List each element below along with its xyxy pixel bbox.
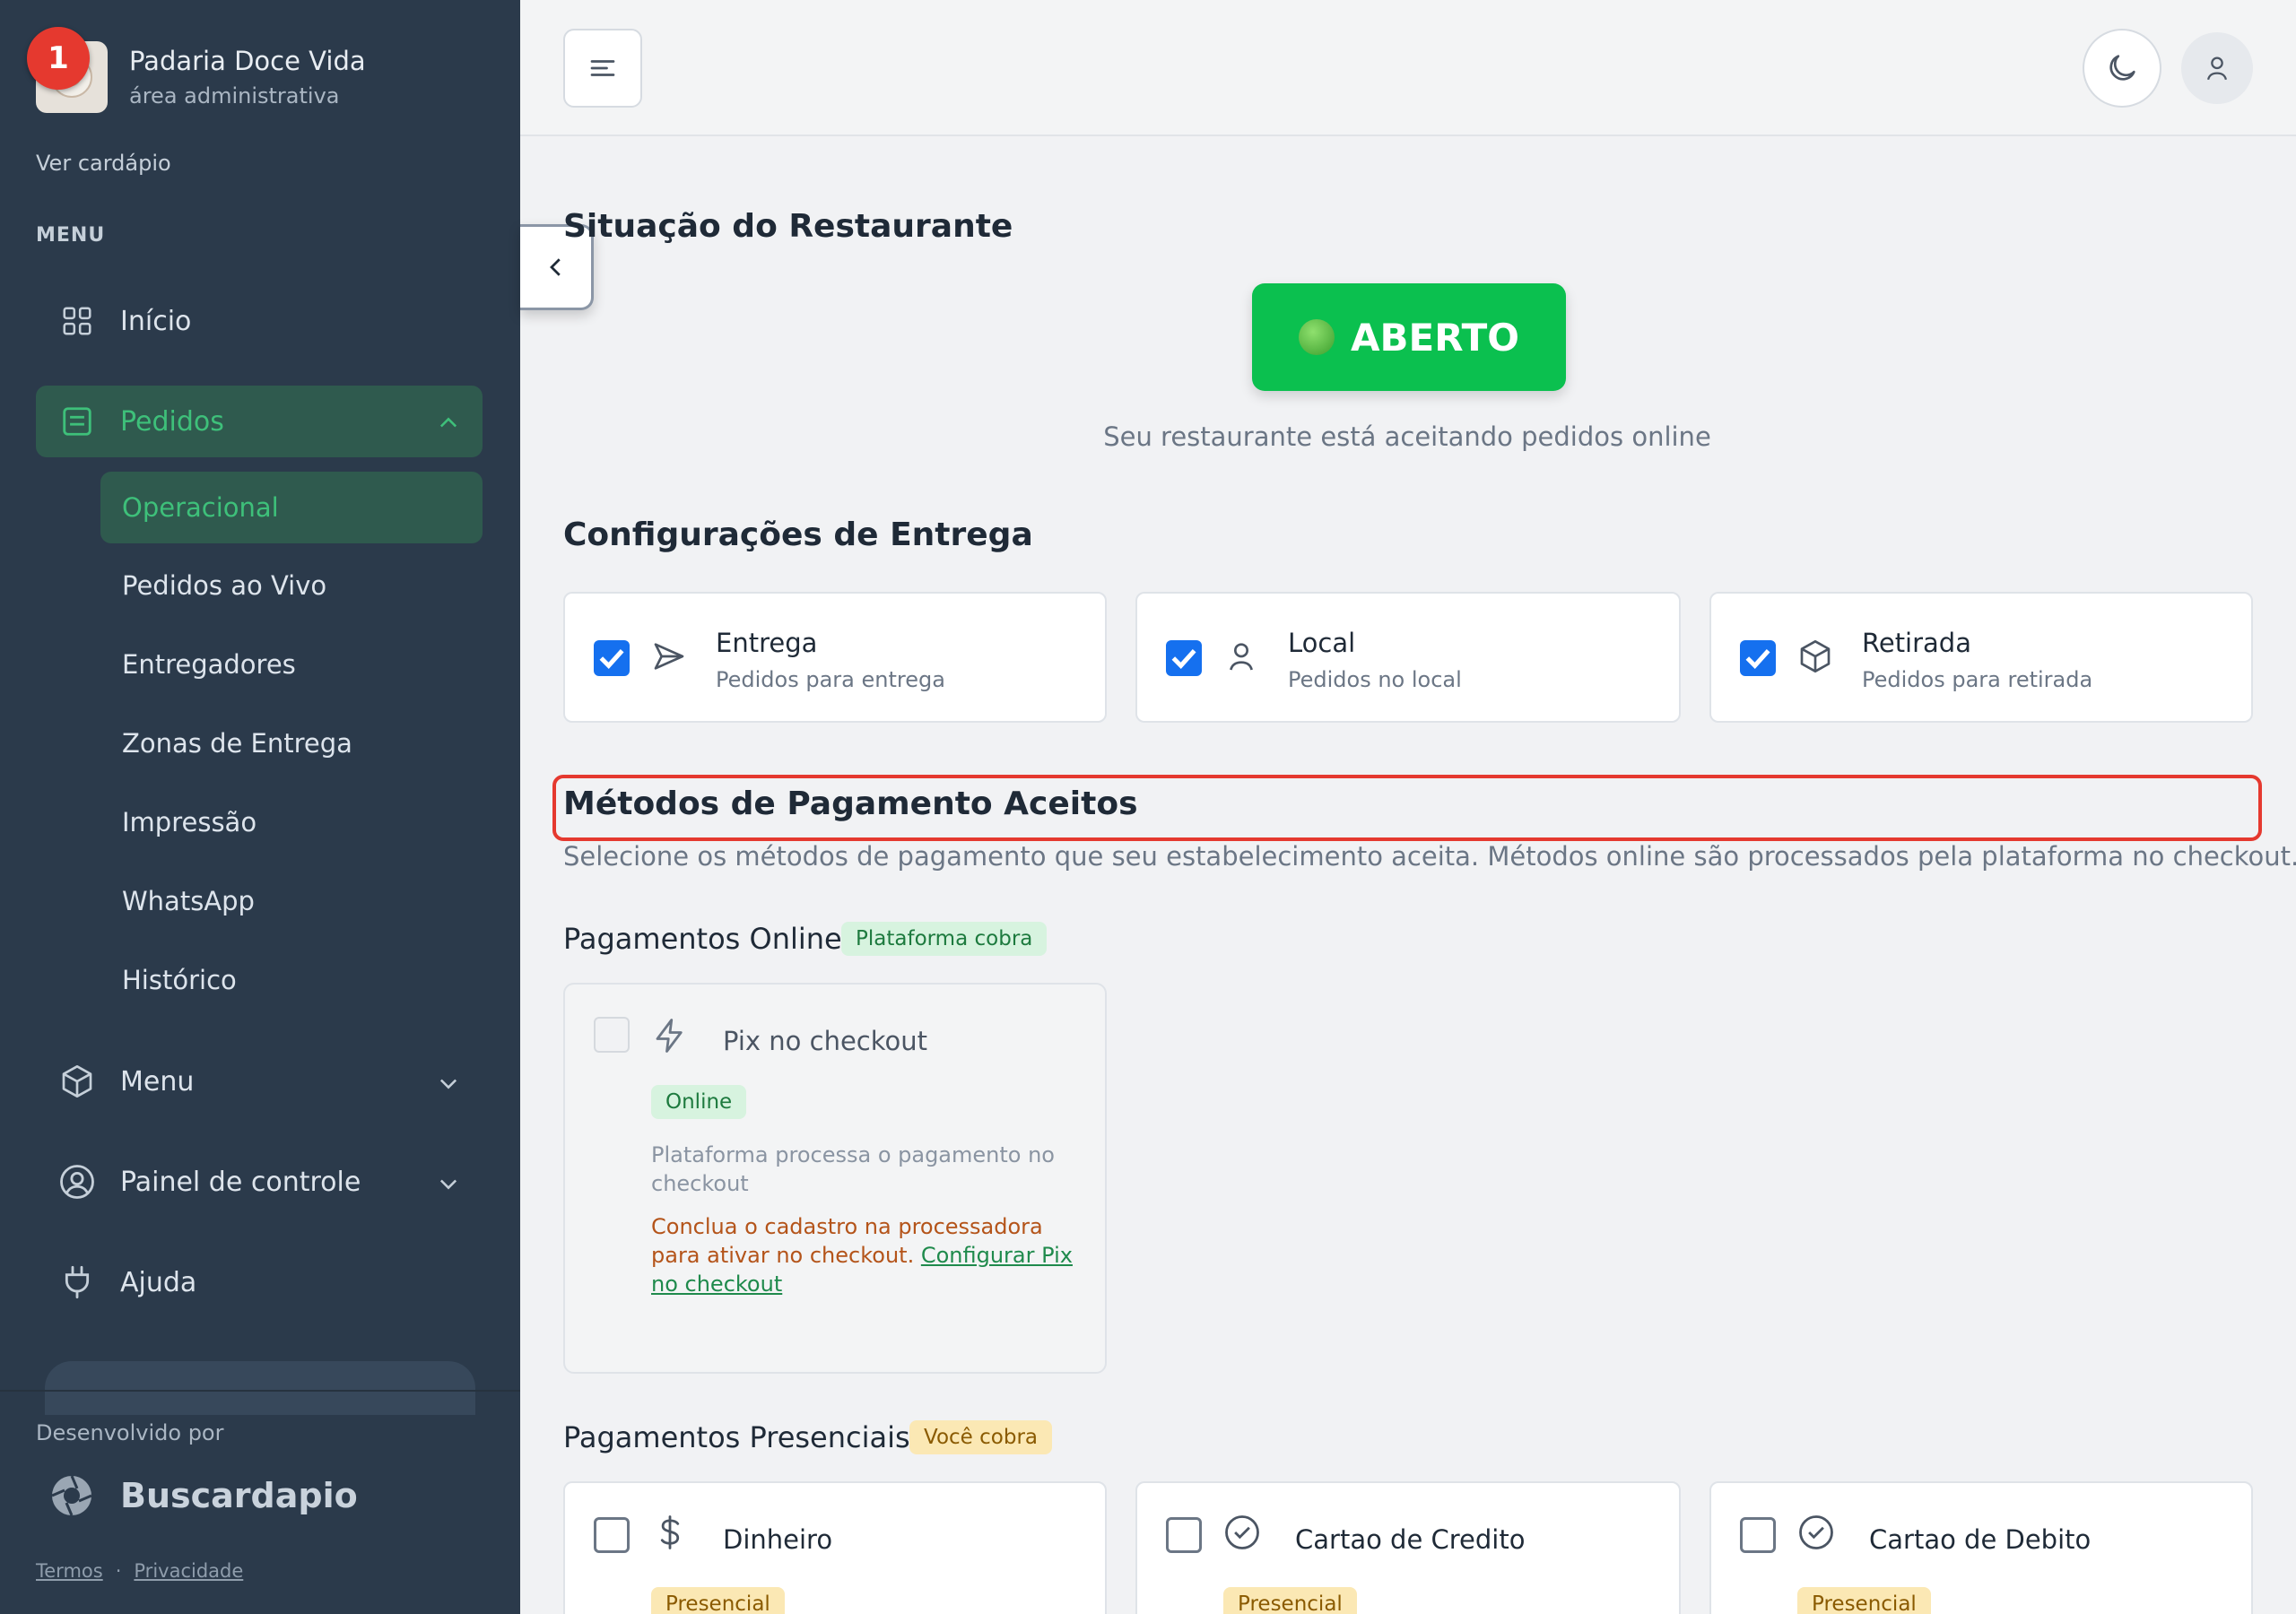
delivery-option-entrega[interactable]: Entrega Pedidos para entrega	[563, 592, 1107, 723]
payment-option-title: Cartao de Credito	[1295, 1524, 1526, 1555]
dinheiro-checkbox[interactable]	[594, 1517, 630, 1553]
sidebar-item-label: Início	[120, 305, 192, 337]
pix-title: Pix no checkout	[723, 1026, 927, 1056]
pix-warning: Conclua o cadastro na processadora para …	[651, 1212, 1082, 1298]
subitem-zonas-de-entrega[interactable]: Zonas de Entrega	[122, 725, 352, 761]
presencial-option-badge: Presencial	[1223, 1587, 1357, 1614]
local-checkbox[interactable]	[1166, 640, 1202, 676]
delivery-option-subtitle: Pedidos para retirada	[1862, 667, 2093, 692]
hamburger-icon	[590, 60, 615, 76]
entrega-checkbox[interactable]	[594, 640, 630, 676]
payment-option-title: Dinheiro	[723, 1524, 833, 1555]
subitem-historico[interactable]: Histórico	[122, 962, 237, 998]
brand-subtitle: área administrativa	[129, 83, 340, 108]
sidebar-item-label: Menu	[120, 1065, 195, 1098]
status-section-title: Situação do Restaurante	[563, 208, 1013, 245]
sidebar-item-label: Ajuda	[120, 1266, 197, 1298]
delivery-option-title: Entrega	[716, 628, 818, 658]
aperture-icon	[51, 1475, 92, 1516]
check-circle-icon	[1223, 1514, 1261, 1551]
debito-checkbox[interactable]	[1740, 1517, 1776, 1553]
green-circle-icon	[1298, 319, 1335, 355]
sidebar-item-label: Pedidos	[120, 405, 224, 438]
user-icon	[1223, 638, 1259, 674]
package-icon	[1797, 638, 1833, 674]
buscardapio-logo[interactable]: Buscardapio	[50, 1474, 358, 1517]
sidebar-item-ajuda[interactable]: Ajuda	[36, 1246, 483, 1318]
topbar	[520, 0, 2296, 136]
menu-toggle-button[interactable]	[563, 29, 642, 108]
menu-heading: MENU	[36, 224, 106, 247]
delivery-section-title: Configurações de Entrega	[563, 516, 1033, 553]
payment-description: Selecione os métodos de pagamento que se…	[563, 841, 2296, 872]
chevron-down-icon	[436, 1071, 461, 1096]
sidebar-item-pedidos[interactable]: Pedidos	[36, 386, 483, 457]
subitem-impressao[interactable]: Impressão	[122, 804, 257, 840]
sidebar-item-painel[interactable]: Painel de controle	[36, 1146, 483, 1218]
chevron-up-icon	[436, 411, 461, 436]
developed-by-label: Desenvolvido por	[36, 1420, 224, 1445]
plug-icon	[57, 1263, 97, 1302]
online-payments-title: Pagamentos Online	[563, 922, 842, 956]
terms-link[interactable]: Termos	[36, 1560, 103, 1582]
check-circle-icon	[1797, 1514, 1835, 1551]
pix-description: Plataforma processa o pagamento no check…	[651, 1142, 1055, 1196]
subitem-whatsapp[interactable]: WhatsApp	[122, 883, 255, 919]
grid-icon	[57, 301, 97, 341]
lightning-icon	[651, 1017, 689, 1054]
payment-option-cartao-credito[interactable]: Cartao de Credito Presencial	[1135, 1481, 1681, 1614]
presencial-badge: Você cobra	[909, 1420, 1052, 1454]
subitem-operacional[interactable]: Operacional	[100, 472, 483, 543]
subitem-entregadores[interactable]: Entregadores	[122, 646, 296, 682]
privacy-link[interactable]: Privacidade	[134, 1560, 243, 1582]
pix-checkbox[interactable]	[594, 1017, 630, 1053]
delivery-option-local[interactable]: Local Pedidos no local	[1135, 592, 1681, 723]
payment-option-title: Cartao de Debito	[1869, 1524, 2092, 1555]
developer-name: Buscardapio	[120, 1476, 358, 1515]
footer-links: Termos · Privacidade	[36, 1560, 243, 1582]
delivery-option-title: Retirada	[1862, 628, 1971, 658]
notification-badge[interactable]: 1	[27, 27, 90, 90]
sidebar-divider	[0, 1390, 520, 1392]
user-menu-button[interactable]	[2181, 32, 2253, 104]
pix-online-badge: Online	[651, 1085, 747, 1119]
box-icon	[57, 1062, 97, 1101]
theme-toggle-button[interactable]	[2083, 29, 2161, 108]
chevron-left-icon	[549, 258, 561, 276]
chevron-down-icon	[436, 1171, 461, 1196]
restaurant-status-button[interactable]: ABERTO	[1252, 283, 1566, 391]
payment-option-cartao-debito[interactable]: Cartao de Debito Presencial	[1709, 1481, 2253, 1614]
delivery-option-subtitle: Pedidos no local	[1288, 667, 1462, 692]
presencial-option-badge: Presencial	[1797, 1587, 1931, 1614]
credito-checkbox[interactable]	[1166, 1517, 1202, 1553]
payment-section-title: Métodos de Pagamento Aceitos	[563, 785, 1138, 822]
retirada-checkbox[interactable]	[1740, 640, 1776, 676]
brand-name: Padaria Doce Vida	[129, 46, 366, 76]
delivery-option-title: Local	[1288, 628, 1356, 658]
presencial-option-badge: Presencial	[651, 1587, 785, 1614]
status-description: Seu restaurante está aceitando pedidos o…	[1103, 421, 1711, 452]
moon-icon	[2109, 55, 2135, 81]
user-icon	[2206, 56, 2228, 81]
send-icon	[651, 638, 687, 674]
subitem-pedidos-ao-vivo[interactable]: Pedidos ao Vivo	[122, 568, 326, 603]
delivery-option-retirada[interactable]: Retirada Pedidos para retirada	[1709, 592, 2253, 723]
sidebar-scroll-item	[45, 1361, 475, 1415]
sidebar: Padaria Doce Vida área administrativa 1 …	[0, 0, 520, 1614]
online-badge: Plataforma cobra	[841, 922, 1048, 956]
sidebar-item-label: Painel de controle	[120, 1166, 361, 1198]
sidebar-item-inicio[interactable]: Início	[36, 285, 483, 357]
payment-option-dinheiro[interactable]: Dinheiro Presencial	[563, 1481, 1107, 1614]
ver-cardapio-link[interactable]: Ver cardápio	[36, 151, 171, 176]
list-icon	[57, 402, 97, 441]
dollar-icon	[651, 1514, 689, 1551]
link-separator: ·	[115, 1560, 122, 1582]
user-circle-icon	[57, 1162, 97, 1202]
delivery-option-subtitle: Pedidos para entrega	[716, 667, 945, 692]
sidebar-item-menu[interactable]: Menu	[36, 1046, 483, 1117]
status-button-label: ABERTO	[1350, 315, 1519, 360]
presencial-payments-title: Pagamentos Presenciais	[563, 1420, 910, 1454]
